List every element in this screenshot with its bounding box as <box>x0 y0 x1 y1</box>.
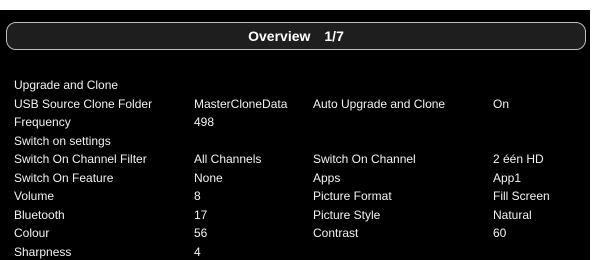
setting-label: Picture Style <box>313 207 381 222</box>
setting-row[interactable]: Bluetooth 17 Picture Style Natural <box>0 206 590 225</box>
setting-label: Picture Format <box>313 189 392 203</box>
setting-label: Contrast <box>313 226 359 240</box>
setting-label: Bluetooth <box>14 207 65 222</box>
setting-value: None <box>194 170 223 185</box>
setting-value: 4 <box>194 244 201 259</box>
setting-value: 17 <box>194 207 208 222</box>
setting-label: USB Source Clone Folder <box>14 96 153 111</box>
setting-value: 56 <box>194 226 208 240</box>
tv-screen: Overview 1/7 Upgrade and Clone USB Sourc… <box>0 10 590 260</box>
setting-value: All Channels <box>194 152 262 166</box>
settings-list: Upgrade and Clone USB Source Clone Folde… <box>0 76 590 260</box>
setting-label: Switch On Channel Filter <box>14 152 147 166</box>
setting-row[interactable]: Sharpness 4 <box>0 243 590 260</box>
setting-row[interactable]: Switch On Channel Filter All Channels Sw… <box>0 150 590 169</box>
setting-label: Apps <box>313 170 341 185</box>
setting-value: 8 <box>194 189 201 203</box>
overview-title: Overview <box>248 28 311 44</box>
setting-label: Colour <box>14 226 50 240</box>
section-label: Switch on settings <box>14 133 111 148</box>
section-label: Upgrade and Clone <box>14 78 119 92</box>
setting-value: MasterCloneData <box>194 96 288 111</box>
setting-label: Switch On Feature <box>14 170 114 185</box>
section-header-switch-on-settings: Switch on settings <box>0 132 590 151</box>
setting-label: Volume <box>14 189 55 203</box>
overview-title-bar: Overview 1/7 <box>6 22 586 50</box>
setting-value: Fill Screen <box>493 189 550 203</box>
setting-value: 2 één HD <box>493 152 544 166</box>
setting-value: App1 <box>493 170 522 185</box>
setting-row[interactable]: Volume 8 Picture Format Fill Screen <box>0 187 590 206</box>
setting-label: Sharpness <box>14 244 72 259</box>
setting-value: 498 <box>194 115 215 129</box>
setting-value: On <box>493 96 510 111</box>
setting-label: Auto Upgrade and Clone <box>313 96 446 111</box>
page-indicator: 1/7 <box>324 28 344 44</box>
section-header-upgrade-and-clone: Upgrade and Clone <box>0 76 590 95</box>
setting-label: Frequency <box>14 115 71 129</box>
setting-row[interactable]: USB Source Clone Folder MasterCloneData … <box>0 95 590 114</box>
setting-value: 60 <box>493 226 507 240</box>
setting-value: Natural <box>493 207 532 222</box>
setting-row[interactable]: Switch On Feature None Apps App1 <box>0 169 590 188</box>
setting-label: Switch On Channel <box>313 152 416 166</box>
setting-row[interactable]: Frequency 498 <box>0 113 590 132</box>
setting-row[interactable]: Colour 56 Contrast 60 <box>0 224 590 243</box>
